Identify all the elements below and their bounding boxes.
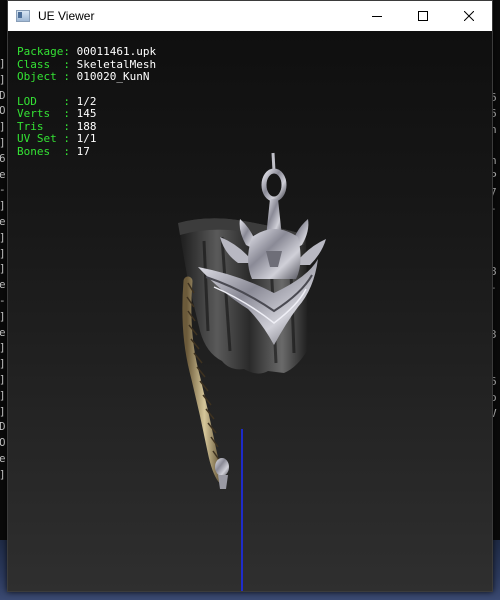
background-console-glyph: ] (0, 389, 6, 402)
background-console-glyph: - (0, 184, 6, 196)
info-label-verts: Verts (17, 107, 64, 120)
background-console-glyph: ] (0, 73, 6, 86)
minimize-icon (372, 16, 382, 17)
info-label-class: Class (17, 57, 64, 71)
info-value-class: SkeletalMesh (76, 57, 157, 71)
background-console-glyph: O (0, 104, 6, 118)
info-label-lod: LOD (17, 94, 64, 108)
3d-viewport[interactable]: Package: 00011461.upk Class : SkeletalMe… (8, 31, 492, 591)
info-row-object: Object : 010020_KunN (17, 70, 150, 83)
info-value-package: 00011461.upk (76, 45, 157, 58)
background-console-glyph: 6 (0, 151, 6, 165)
window-title: UE Viewer (38, 9, 95, 23)
info-label-bones: Bones (17, 144, 64, 158)
maximize-button[interactable] (400, 1, 446, 31)
background-console-glyph: D (0, 420, 6, 434)
info-value-object: 010020_KunN (76, 70, 150, 83)
background-console-glyph: ] (0, 200, 6, 212)
background-console-glyph: ] (0, 58, 6, 70)
info-row-bones: Bones : 17 (17, 144, 90, 158)
background-console-glyph: ] (0, 374, 6, 386)
info-label-uvset: UV Set (17, 132, 64, 145)
background-console-glyph: e (0, 167, 6, 181)
background-console-glyph: ] (0, 405, 6, 418)
background-console-glyph: e (0, 325, 6, 339)
info-value-tris: 188 (76, 119, 97, 133)
info-label-tris: Tris (17, 119, 64, 133)
maximize-icon (418, 11, 428, 21)
background-console-glyph: O (0, 436, 6, 450)
background-console-glyph: - (0, 295, 6, 307)
background-console-glyph: e (0, 278, 6, 292)
title-bar[interactable]: UE Viewer (8, 1, 492, 31)
info-value-bones: 17 (76, 144, 90, 158)
close-icon (464, 11, 474, 21)
background-console-glyph: ] (0, 231, 6, 244)
background-console-glyph: e (0, 452, 6, 465)
background-console-glyph: ] (0, 247, 6, 260)
info-label-package: Package (17, 45, 64, 58)
background-console-glyph: ] (0, 310, 6, 323)
info-label-object: Object (17, 70, 64, 83)
window-controls (354, 1, 492, 31)
background-console-glyph: ] (0, 121, 6, 133)
background-console-glyph: ] (0, 137, 6, 149)
minimize-button[interactable] (354, 1, 400, 31)
info-value-verts: 145 (76, 107, 97, 120)
ue-viewer-window: UE Viewer Package: 00011461.upk Class: … (7, 0, 493, 592)
background-console-glyph: D (0, 88, 6, 102)
app-window-icon (16, 10, 30, 22)
info-value-uvset: 1/1 (76, 132, 97, 145)
background-console-glyph: ] (0, 358, 6, 370)
background-console-glyph: ] (0, 342, 6, 354)
background-console-glyph: ] (0, 468, 6, 481)
background-console-right: 66nnP7-8-36oV (492, 30, 500, 550)
background-console-glyph: ] (0, 263, 6, 275)
info-value-lod: 1/2 (76, 94, 97, 108)
background-console-glyph: e (0, 215, 6, 228)
close-button[interactable] (446, 1, 492, 31)
mesh-info-overlay: Package: 00011461.upk Class : SkeletalMe… (17, 45, 157, 158)
